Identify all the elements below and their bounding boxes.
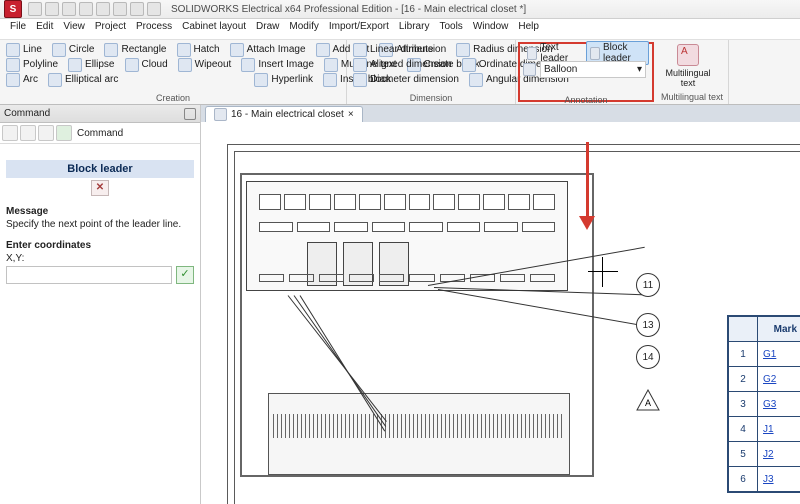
quick-access-toolbar[interactable]	[28, 2, 161, 16]
menu-library[interactable]: Library	[399, 21, 430, 37]
panel-tab-icon[interactable]	[20, 125, 36, 141]
command-title: Block leader	[6, 160, 194, 178]
svg-text:A: A	[645, 398, 651, 408]
menu-modify[interactable]: Modify	[289, 21, 318, 37]
app-logo: S	[4, 0, 22, 18]
balloon-14: 14	[636, 345, 660, 369]
tool-ellipse[interactable]: Ellipse	[66, 57, 116, 72]
tool-rectangle[interactable]: Rectangle	[102, 42, 168, 57]
confirm-button[interactable]: ✓	[176, 266, 194, 284]
message-heading: Message	[6, 206, 194, 217]
tool-attach-image[interactable]: Attach Image	[228, 42, 308, 57]
mark-link[interactable]: J2	[763, 449, 774, 460]
tool-cloud[interactable]: Cloud	[123, 57, 170, 72]
group-multilingual: Multilingual text	[660, 92, 724, 102]
cursor-crosshair	[588, 257, 618, 287]
sheet-border: 11 13 14 A MarkRefere 1G1PSP24-2 2G2PSP2…	[227, 144, 800, 504]
play-icon[interactable]	[56, 125, 72, 141]
menu-help[interactable]: Help	[518, 21, 539, 37]
coordinates-input[interactable]	[6, 266, 172, 284]
tool-aligned-dimension[interactable]: Aligned dimension	[351, 57, 454, 72]
tool-multilingual-text[interactable]: Multilingual text	[660, 42, 716, 90]
panel-tab-icon[interactable]	[38, 125, 54, 141]
din-rail-assembly	[268, 393, 570, 475]
menu-cabinet-layout[interactable]: Cabinet layout	[182, 21, 246, 37]
menu-view[interactable]: View	[63, 21, 85, 37]
mark-link[interactable]: G3	[763, 399, 776, 410]
group-annotation: Annotation	[523, 95, 649, 105]
window-title: SOLIDWORKS Electrical x64 Professional E…	[171, 4, 526, 15]
tool-hyperlink[interactable]: Hyperlink	[252, 72, 315, 87]
panel-tab-command[interactable]: Command	[77, 128, 123, 139]
group-creation: Creation	[4, 93, 342, 103]
ribbon: Line Circle Rectangle Hatch Attach Image…	[0, 40, 800, 105]
menu-edit[interactable]: Edit	[36, 21, 53, 37]
mark-link[interactable]: J3	[763, 474, 774, 485]
tool-line[interactable]: Line	[4, 42, 44, 57]
balloon-dropdown[interactable]: Balloon▾	[540, 61, 646, 78]
menu-bar[interactable]: File Edit View Project Process Cabinet l…	[0, 19, 800, 40]
tool-wipeout[interactable]: Wipeout	[176, 57, 234, 72]
tool-arc[interactable]: Arc	[4, 72, 40, 87]
doc-icon	[214, 108, 227, 121]
menu-project[interactable]: Project	[95, 21, 126, 37]
pcb-assembly	[246, 181, 568, 291]
balloon-icon	[523, 63, 536, 76]
cancel-button[interactable]: ✕	[91, 180, 109, 196]
bom-table: MarkRefere 1G1PSP24-2 2G2PSP24-2 3G3PSP2…	[727, 315, 800, 493]
tool-linear-dimension[interactable]: Linear dimension	[351, 42, 448, 57]
tool-insert-image[interactable]: Insert Image	[239, 57, 316, 72]
balloon-11: 11	[636, 273, 660, 297]
menu-import-export[interactable]: Import/Export	[329, 21, 389, 37]
close-icon[interactable]: ×	[348, 109, 354, 120]
document-tab[interactable]: 16 - Main electrical closet ×	[205, 106, 363, 122]
panel-tab-icon[interactable]	[2, 125, 18, 141]
annotation-arrow	[581, 142, 593, 232]
balloon-triangle-a: A	[636, 389, 660, 411]
pin-icon[interactable]	[184, 108, 196, 120]
group-dimension: Dimension	[351, 93, 511, 103]
mark-link[interactable]: G2	[763, 374, 776, 385]
tool-polyline[interactable]: Polyline	[4, 57, 60, 72]
message-text: Specify the next point of the leader lin…	[6, 219, 181, 230]
mark-link[interactable]: G1	[763, 349, 776, 360]
command-panel-title: Command	[4, 108, 50, 119]
menu-window[interactable]: Window	[473, 21, 509, 37]
menu-draw[interactable]: Draw	[256, 21, 279, 37]
tool-diameter-dimension[interactable]: Diameter dimension	[351, 72, 461, 87]
tool-elliptical-arc[interactable]: Elliptical arc	[46, 72, 120, 87]
balloon-13: 13	[636, 313, 660, 337]
mark-link[interactable]: J1	[763, 424, 774, 435]
coordinates-heading: Enter coordinates	[6, 240, 194, 251]
menu-file[interactable]: File	[10, 21, 26, 37]
chevron-down-icon: ▾	[637, 64, 642, 75]
coordinates-label: X,Y:	[6, 253, 24, 264]
menu-tools[interactable]: Tools	[439, 21, 462, 37]
menu-process[interactable]: Process	[136, 21, 172, 37]
tool-circle[interactable]: Circle	[50, 42, 97, 57]
tool-hatch[interactable]: Hatch	[175, 42, 222, 57]
drawing-canvas[interactable]: 11 13 14 A MarkRefere 1G1PSP24-2 2G2PSP2…	[201, 122, 800, 504]
